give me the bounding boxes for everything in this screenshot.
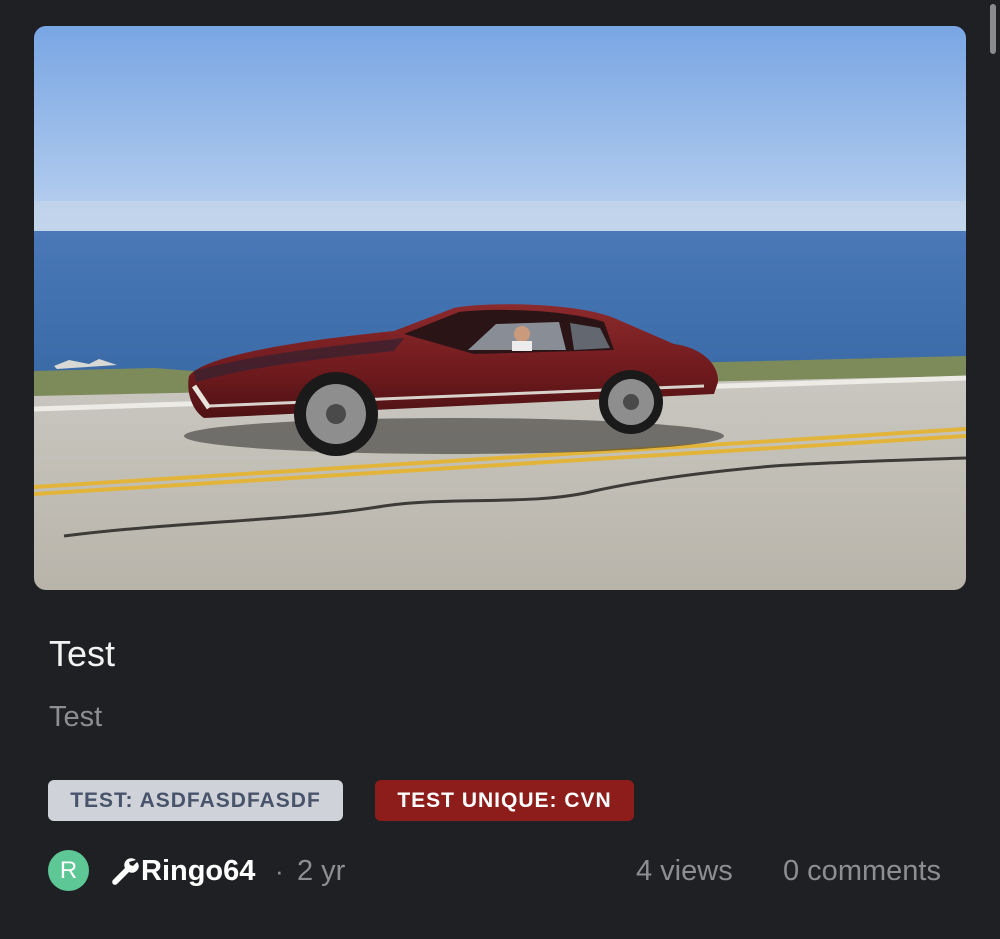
post-title: Test (49, 633, 116, 674)
avatar[interactable]: R (48, 850, 89, 891)
wrench-icon (112, 858, 139, 885)
post-image[interactable] (34, 26, 966, 590)
scrollbar[interactable] (990, 4, 996, 54)
car-photo (34, 26, 966, 590)
tag-test-unique[interactable]: TEST UNIQUE: CVN (375, 780, 634, 821)
post-page: Test Test TEST: ASDFASDFASDF TEST UNIQUE… (0, 0, 1000, 939)
tag-test[interactable]: TEST: ASDFASDFASDF (48, 780, 343, 821)
meta-separator: · (275, 856, 284, 886)
comment-count[interactable]: 0 comments (783, 854, 941, 888)
post-meta: R Ringo64 · 2 yr 4 views 0 comments (48, 850, 958, 892)
post-age: 2 yr (297, 855, 346, 887)
view-count: 4 views (636, 855, 733, 887)
author-username[interactable]: Ringo64 (141, 854, 255, 888)
post-body: Test (49, 701, 103, 733)
